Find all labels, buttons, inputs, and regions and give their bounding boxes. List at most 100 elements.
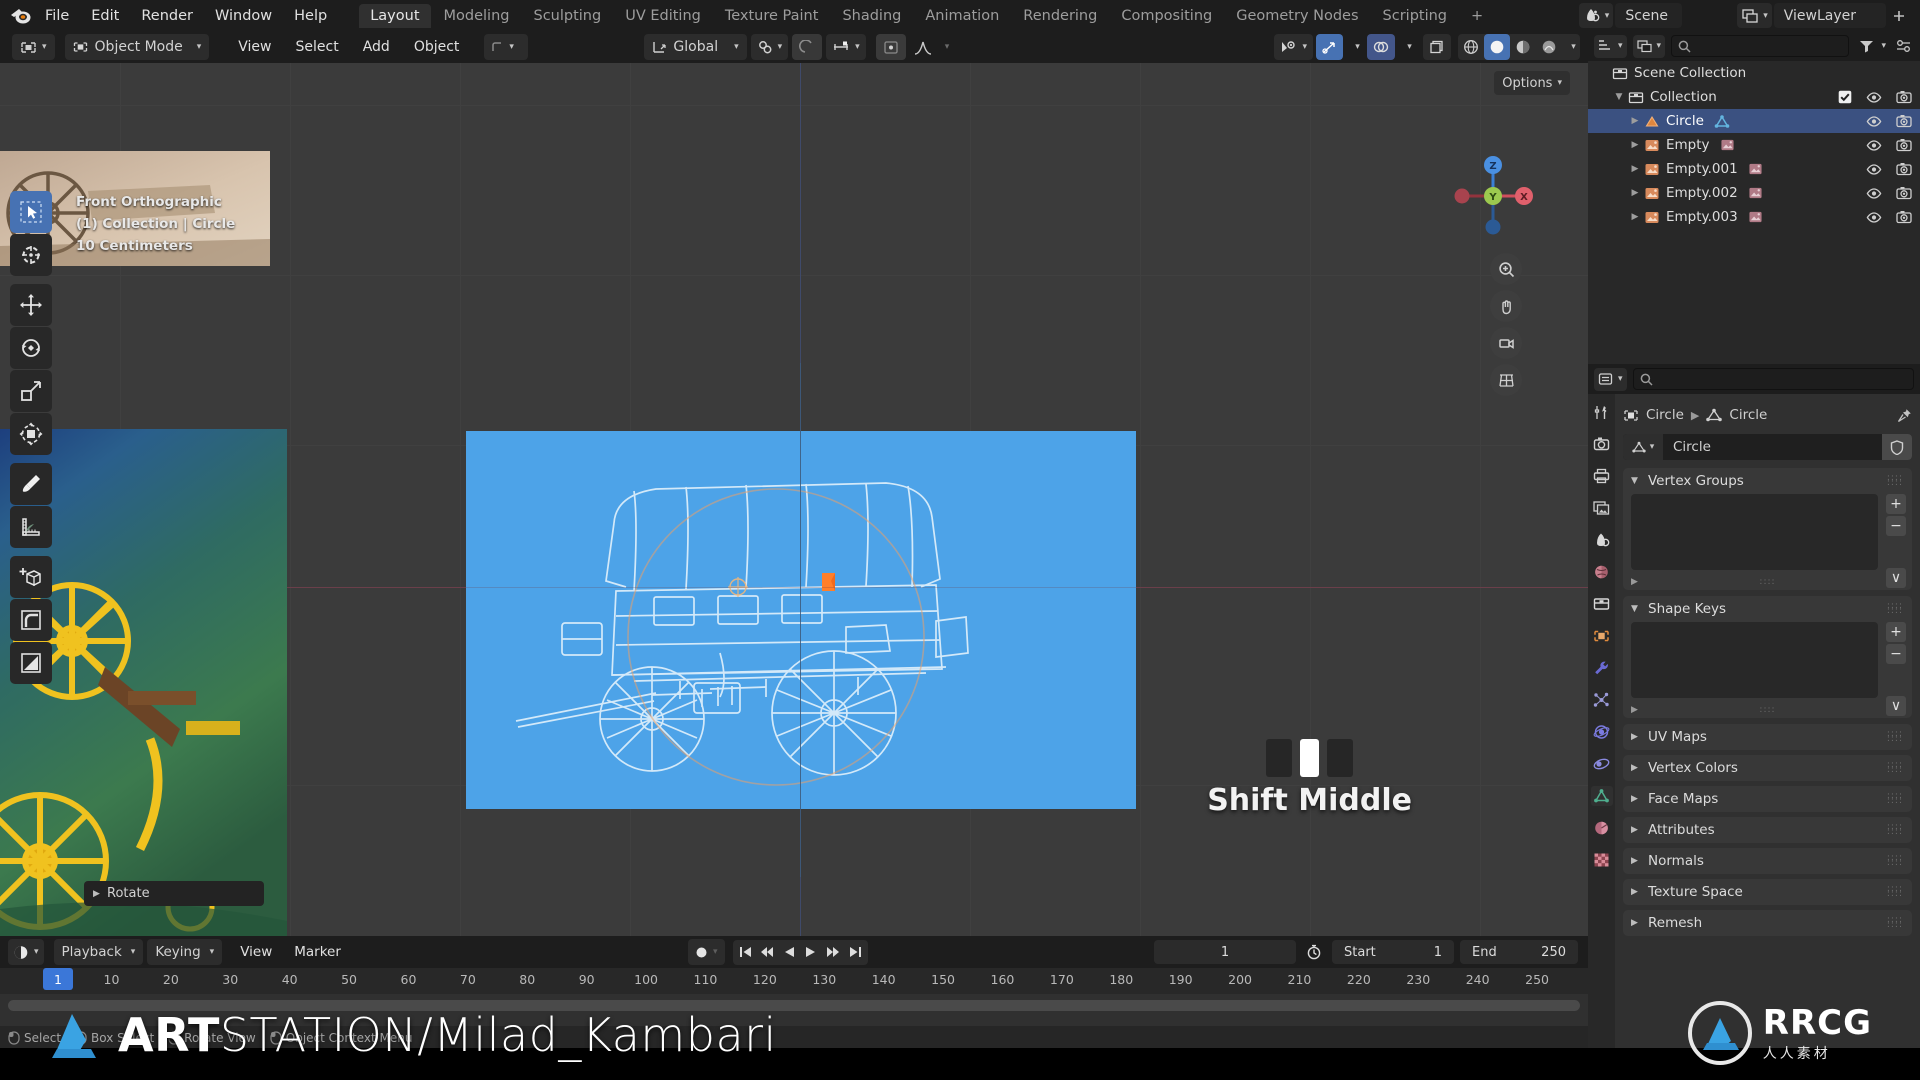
scene-name-field[interactable]: Scene <box>1615 3 1682 28</box>
measure-tool[interactable] <box>10 506 52 548</box>
panel-header[interactable]: ▶ UV Maps:::::::: <box>1623 724 1912 750</box>
outliner-row-empty-002[interactable]: ▶ Empty.002 <box>1588 181 1920 205</box>
material-tab[interactable] <box>1591 818 1613 838</box>
image-icon[interactable] <box>1720 138 1735 152</box>
workspace-tab-layout[interactable]: Layout <box>359 3 431 28</box>
chevron-down-icon[interactable]: ▼ <box>1631 604 1641 614</box>
hide-in-viewport-icon[interactable] <box>1866 115 1882 128</box>
disclosure-triangle-icon[interactable]: ▶ <box>1628 164 1642 174</box>
panel-drag-handle[interactable]: :::::::: <box>1887 474 1903 488</box>
hide-in-viewport-icon[interactable] <box>1866 211 1882 224</box>
shading-dropdown-icon[interactable]: ▾ <box>1562 34 1580 60</box>
scene-tab[interactable] <box>1591 530 1613 550</box>
mesh-data-browse-button[interactable]: ▾ <box>1623 434 1663 460</box>
viewport-menu-add[interactable]: Add <box>353 36 400 58</box>
chevron-right-icon[interactable]: ▶ <box>1631 887 1641 897</box>
panel-header[interactable]: ▼ Shape Keys:::::::: <box>1623 596 1912 622</box>
workspace-tab-shading[interactable]: Shading <box>831 4 912 28</box>
menu-render[interactable]: Render <box>131 5 203 27</box>
panel-header[interactable]: ▶ Normals:::::::: <box>1623 848 1912 874</box>
viewlayer-browse-button[interactable]: ▾ <box>1737 3 1772 28</box>
collection-tab[interactable] <box>1591 594 1613 614</box>
pivot-point-button[interactable]: ▾ <box>826 34 866 60</box>
scene-browse-button[interactable]: ▾ <box>1578 3 1614 28</box>
transform-tool[interactable] <box>10 413 52 455</box>
panel-header[interactable]: ▶ Vertex Colors:::::::: <box>1623 755 1912 781</box>
outliner-row-collection[interactable]: ▼ Collection <box>1588 85 1920 109</box>
workspace-tab-uv-editing[interactable]: UV Editing <box>614 4 712 28</box>
cursor-tool[interactable] <box>10 234 52 276</box>
transform-orientation-button[interactable]: Global ▾ <box>644 34 747 60</box>
add-viewlayer-icon[interactable] <box>1892 9 1906 23</box>
remove-item-button[interactable]: − <box>1886 516 1906 536</box>
playback-menu[interactable]: Playback ▾ <box>53 939 144 965</box>
overlays-dropdown-icon[interactable]: ▾ <box>1398 34 1416 60</box>
smooth-falloff-icon[interactable] <box>910 34 936 60</box>
image-icon[interactable] <box>1748 162 1763 176</box>
viewlayer-name-field[interactable]: ViewLayer <box>1773 3 1886 28</box>
jump-start-icon[interactable] <box>735 941 756 964</box>
image-icon[interactable] <box>1748 210 1763 224</box>
panel-header[interactable]: ▶ Texture Space:::::::: <box>1623 879 1912 905</box>
properties-editor[interactable]: ▾ Circle ▶ Circle ▾ Circle ▼ Vertex Grou… <box>1588 364 1920 1050</box>
disable-in-render-icon[interactable] <box>1896 114 1912 128</box>
menu-help[interactable]: Help <box>284 5 337 27</box>
panel-drag-handle[interactable]: :::::::: <box>1887 823 1903 837</box>
3d-viewport[interactable]: ▾ Object Mode ▾ ViewSelectAddObject ▾ <box>0 31 1588 936</box>
next-keyframe-icon[interactable] <box>823 941 844 964</box>
chevron-right-icon[interactable]: ▶ <box>1631 577 1638 587</box>
outliner-row-circle[interactable]: ▶ Circle <box>1588 109 1920 133</box>
bevel-tool[interactable] <box>10 599 52 641</box>
disclosure-triangle-icon[interactable]: ▼ <box>1612 92 1626 102</box>
workspace-tab-animation[interactable]: Animation <box>914 4 1010 28</box>
constraints-tab[interactable] <box>1591 754 1613 774</box>
shading-rendered-button[interactable] <box>1536 34 1562 60</box>
workspace-tab-modeling[interactable]: Modeling <box>433 4 521 28</box>
physics-tab[interactable] <box>1591 722 1613 742</box>
image-icon[interactable] <box>1748 186 1763 200</box>
modifier-tab[interactable] <box>1591 658 1613 678</box>
world-tab[interactable] <box>1591 562 1613 582</box>
hand-icon[interactable] <box>1490 290 1522 322</box>
editor-type-button[interactable]: ▾ <box>12 34 55 60</box>
viewport-options-button[interactable]: Options ▾ <box>1494 71 1570 95</box>
disclosure-triangle-icon[interactable]: ▶ <box>1628 188 1642 198</box>
chevron-right-icon[interactable]: ▶ <box>1631 794 1641 804</box>
snap-button[interactable]: ▾ <box>750 34 789 60</box>
viewport-menu-select[interactable]: Select <box>286 36 349 58</box>
viewport-menu-object[interactable]: Object <box>404 36 470 58</box>
jump-end-icon[interactable] <box>845 941 866 964</box>
viewport-menu-view[interactable]: View <box>228 36 281 58</box>
breadcrumb-object-name[interactable]: Circle <box>1646 407 1684 423</box>
blender-logo-icon[interactable] <box>8 4 34 28</box>
operator-redo-panel[interactable]: ▶ Rotate <box>84 881 264 906</box>
gizmos-button[interactable] <box>1316 34 1343 60</box>
resize-grip[interactable]: :::: <box>1759 705 1775 715</box>
end-frame-field[interactable]: End 250 <box>1460 940 1578 964</box>
proportional-edit-button[interactable] <box>792 34 823 60</box>
shear-tool[interactable] <box>10 642 52 684</box>
panel-drag-handle[interactable]: :::::::: <box>1887 792 1903 806</box>
breadcrumb-data-name[interactable]: Circle <box>1729 407 1767 423</box>
add-cube-tool[interactable] <box>10 556 52 598</box>
chevron-down-icon[interactable]: ▼ <box>1631 476 1641 486</box>
texture-tab[interactable] <box>1591 850 1613 870</box>
overlays-button[interactable] <box>1367 34 1395 60</box>
panel-header[interactable]: ▶ Attributes:::::::: <box>1623 817 1912 843</box>
mesh-name-field[interactable]: ▾ Circle <box>1623 434 1912 460</box>
zoom-icon[interactable] <box>1490 253 1522 285</box>
disclosure-triangle-icon[interactable]: ▶ <box>1628 140 1642 150</box>
pin-icon[interactable] <box>1897 408 1912 423</box>
outliner-search-field[interactable] <box>1696 39 1843 53</box>
disable-in-render-icon[interactable] <box>1896 186 1912 200</box>
stopwatch-icon[interactable] <box>1302 940 1326 964</box>
panel-header[interactable]: ▼ Vertex Groups:::::::: <box>1623 468 1912 494</box>
shading-material-button[interactable] <box>1510 34 1536 60</box>
outliner-search-input[interactable] <box>1671 35 1850 57</box>
panel-header[interactable]: ▶ Face Maps:::::::: <box>1623 786 1912 812</box>
timeline-marker-menu[interactable]: Marker <box>284 941 351 963</box>
workspace-tab-rendering[interactable]: Rendering <box>1012 4 1108 28</box>
panel-drag-handle[interactable]: :::::::: <box>1887 916 1903 930</box>
scene-selector[interactable]: ▾ Scene <box>1578 3 1682 28</box>
panel-drag-handle[interactable]: :::::::: <box>1887 885 1903 899</box>
